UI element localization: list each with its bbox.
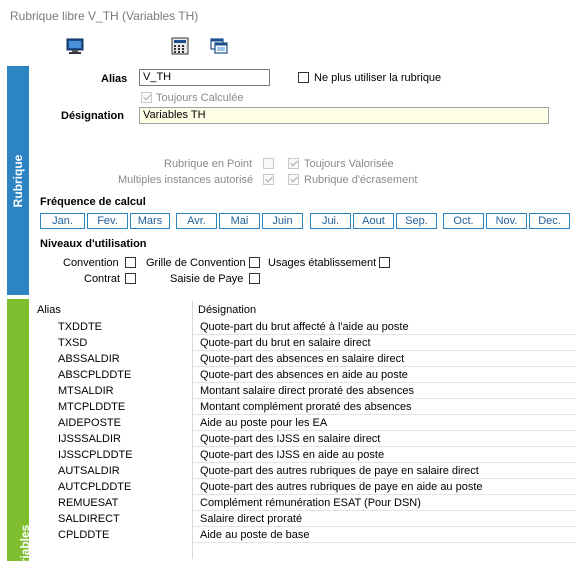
table-row[interactable]: AUTCPLDDTE Quote-part des autres rubrique… <box>32 479 575 495</box>
cell-designation: Aide au poste pour les EA <box>200 417 328 429</box>
month-button-aug[interactable]: Aout <box>353 213 394 229</box>
table-row[interactable]: REMUESAT Complément rémunération ESAT (Po… <box>32 495 575 511</box>
ne-plus-utiliser-label: Ne plus utiliser la rubrique <box>314 72 442 84</box>
cell-alias: ABSSALDIR <box>58 353 120 365</box>
cell-designation: Salaire direct proraté <box>200 513 303 525</box>
tab-rubrique-label: Rubrique <box>11 154 25 207</box>
tab-rubrique[interactable]: Rubrique <box>7 66 29 295</box>
cell-designation: Aide au poste de base <box>200 529 310 541</box>
table-row[interactable]: ABSSALDIR Quote-part des absences en sala… <box>32 351 575 367</box>
cell-designation: Quote-part des IJSS en aide au poste <box>200 449 385 461</box>
alias-input[interactable]: V_TH <box>139 69 270 86</box>
multiples-instances-label: Multiples instances autorisé <box>118 174 254 186</box>
toujours-calculee-label: Toujours Calculée <box>156 92 244 104</box>
rubrique-ecrasement-label: Rubrique d'écrasement <box>304 174 418 186</box>
cell-alias: TXSD <box>58 337 88 349</box>
cell-designation: Quote-part du brut affecté à l'aide au p… <box>200 321 409 333</box>
cell-designation: Quote-part des absences en aide au poste <box>200 369 408 381</box>
variables-grid: Alias Désignation TXDDTE Quote-part du br… <box>32 301 575 559</box>
table-row[interactable]: IJSSCPLDDTE Quote-part des IJSS en aide a… <box>32 447 575 463</box>
cell-alias: AIDEPOSTE <box>58 417 121 429</box>
alias-label: Alias <box>101 73 128 85</box>
cell-designation: Complément rémunération ESAT (Pour DSN) <box>200 497 421 509</box>
table-row[interactable]: MTCPLDDTE Montant complément proraté des … <box>32 399 575 415</box>
toujours-valorisee-checkbox[interactable] <box>288 158 299 169</box>
cell-alias: AUTSALDIR <box>58 465 120 477</box>
column-header-alias[interactable]: Alias <box>37 304 61 316</box>
rubrique-ecrasement-checkbox[interactable] <box>288 174 299 185</box>
saisie-de-paye-label: Saisie de Paye <box>170 273 244 285</box>
designation-input[interactable]: Variables TH <box>139 107 549 124</box>
contrat-label: Contrat <box>84 273 121 285</box>
usages-etablissement-checkbox[interactable] <box>379 257 390 268</box>
cell-alias: REMUESAT <box>58 497 119 509</box>
table-row[interactable]: SALDIRECT Salaire direct proraté <box>32 511 575 527</box>
table-row[interactable]: IJSSSALDIR Quote-part des IJSS en salaire… <box>32 431 575 447</box>
title-bar: Rubrique libre V_TH (Variables TH) <box>0 0 575 30</box>
ne-plus-utiliser-checkbox[interactable] <box>298 72 309 83</box>
rubrique-en-point-checkbox[interactable] <box>263 158 274 169</box>
cell-alias: CPLDDTE <box>58 529 110 541</box>
monitor-icon[interactable] <box>65 37 85 55</box>
table-row[interactable]: AIDEPOSTE Aide au poste pour les EA <box>32 415 575 431</box>
calculator-icon[interactable] <box>170 37 190 55</box>
month-button-mar[interactable]: Mars <box>130 213 170 229</box>
toujours-valorisee-label: Toujours Valorisée <box>304 158 394 170</box>
saisie-de-paye-checkbox[interactable] <box>249 273 260 284</box>
table-row[interactable]: CPLDDTE Aide au poste de base <box>32 527 575 543</box>
tab-variables-label: Variables <box>18 524 32 577</box>
cell-designation: Quote-part des absences en salaire direc… <box>200 353 405 365</box>
month-button-jan[interactable]: Jan. <box>40 213 85 229</box>
usages-etablissement-label: Usages établissement <box>268 257 377 269</box>
cell-alias: MTSALDIR <box>58 385 114 397</box>
month-button-jul[interactable]: Jui. <box>310 213 351 229</box>
rubrique-en-point-label: Rubrique en Point <box>164 158 253 170</box>
frequence-label: Fréquence de calcul <box>40 196 146 208</box>
month-buttons: Jan. Fev. Mars Avr. Mai Juin Jui. Aout S… <box>40 213 572 230</box>
tab-variables[interactable]: Variables <box>7 299 32 577</box>
cell-alias: TXDDTE <box>58 321 102 333</box>
month-button-feb[interactable]: Fev. <box>87 213 128 229</box>
cell-alias: MTCPLDDTE <box>58 401 126 413</box>
month-button-oct[interactable]: Oct. <box>443 213 484 229</box>
grille-convention-checkbox[interactable] <box>249 257 260 268</box>
grid-header: Alias Désignation <box>32 301 575 319</box>
convention-label: Convention <box>63 257 119 269</box>
month-button-sep[interactable]: Sep. <box>396 213 437 229</box>
contrat-checkbox[interactable] <box>125 273 136 284</box>
convention-checkbox[interactable] <box>125 257 136 268</box>
table-row[interactable]: TXSD Quote-part du brut en salaire direct <box>32 335 575 351</box>
window-title: Rubrique libre V_TH (Variables TH) <box>10 9 199 23</box>
multiples-instances-checkbox[interactable] <box>263 174 274 185</box>
cell-alias: AUTCPLDDTE <box>58 481 132 493</box>
grille-convention-label: Grille de Convention <box>146 257 246 269</box>
cell-designation: Montant salaire direct proraté des absen… <box>200 385 415 397</box>
toujours-calculee-checkbox[interactable] <box>141 92 152 103</box>
table-row[interactable]: MTSALDIR Montant salaire direct proraté d… <box>32 383 575 399</box>
month-button-apr[interactable]: Avr. <box>176 213 217 229</box>
cell-alias: SALDIRECT <box>58 513 120 525</box>
cell-designation: Quote-part des IJSS en salaire direct <box>200 433 381 445</box>
table-row[interactable]: ABSCPLDDTE Quote-part des absences en aid… <box>32 367 575 383</box>
cell-designation: Quote-part du brut en salaire direct <box>200 337 371 349</box>
cell-designation: Montant complément proraté des absences <box>200 401 412 413</box>
cell-alias: IJSSSALDIR <box>58 433 121 445</box>
month-button-may[interactable]: Mai <box>219 213 260 229</box>
month-button-jun[interactable]: Juin <box>262 213 303 229</box>
cell-designation: Quote-part des autres rubriques de paye … <box>200 465 479 477</box>
cell-alias: IJSSCPLDDTE <box>58 449 133 461</box>
column-header-designation[interactable]: Désignation <box>198 304 256 316</box>
month-button-nov[interactable]: Nov. <box>486 213 527 229</box>
table-row[interactable]: AUTSALDIR Quote-part des autres rubriques… <box>32 463 575 479</box>
month-button-dec[interactable]: Dec. <box>529 213 570 229</box>
niveaux-label: Niveaux d'utilisation <box>40 238 147 250</box>
row-divider <box>192 542 575 543</box>
cell-designation: Quote-part des autres rubriques de paye … <box>200 481 483 493</box>
table-row[interactable]: TXDDTE Quote-part du brut affecté à l'aid… <box>32 319 575 335</box>
windows-icon[interactable] <box>209 37 229 55</box>
cell-alias: ABSCPLDDTE <box>58 369 132 381</box>
designation-label: Désignation <box>61 110 124 122</box>
